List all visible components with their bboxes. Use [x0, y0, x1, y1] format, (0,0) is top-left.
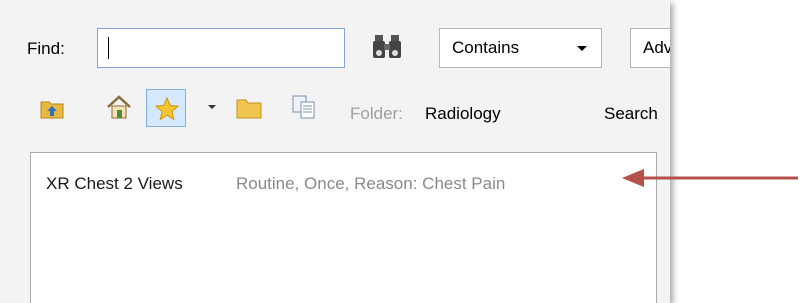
home-icon[interactable] — [106, 94, 132, 120]
binoculars-icon[interactable] — [372, 33, 402, 61]
find-label: Find: — [27, 39, 65, 58]
folder-value: Radiology — [425, 104, 501, 123]
up-folder-icon[interactable] — [40, 99, 64, 119]
search-label: Search — [604, 104, 658, 123]
find-input[interactable] — [97, 28, 345, 68]
advanced-button[interactable]: Adv — [630, 28, 670, 68]
chevron-down-icon — [577, 46, 587, 51]
match-mode-value: Contains — [452, 38, 520, 57]
advanced-label: Adv — [643, 38, 670, 57]
order-details: Routine, Once, Reason: Chest Pain — [236, 174, 506, 193]
star-icon — [154, 96, 180, 121]
order-name: XR Chest 2 Views — [46, 174, 183, 193]
annotation-arrow-icon — [622, 169, 798, 187]
results-list: XR Chest 2 Views Routine, Once, Reason: … — [30, 152, 657, 303]
copy-icon[interactable] — [291, 94, 317, 120]
folder-label: Folder: — [350, 104, 403, 123]
folder-icon[interactable] — [236, 97, 262, 119]
match-mode-select[interactable]: Contains — [439, 28, 602, 68]
favorites-button[interactable] — [146, 89, 186, 127]
order-search-panel: Find: Contains Adv Folder: Radiology Sea… — [0, 0, 670, 303]
dropdown-arrow-icon[interactable] — [208, 105, 216, 109]
text-caret — [108, 37, 109, 59]
